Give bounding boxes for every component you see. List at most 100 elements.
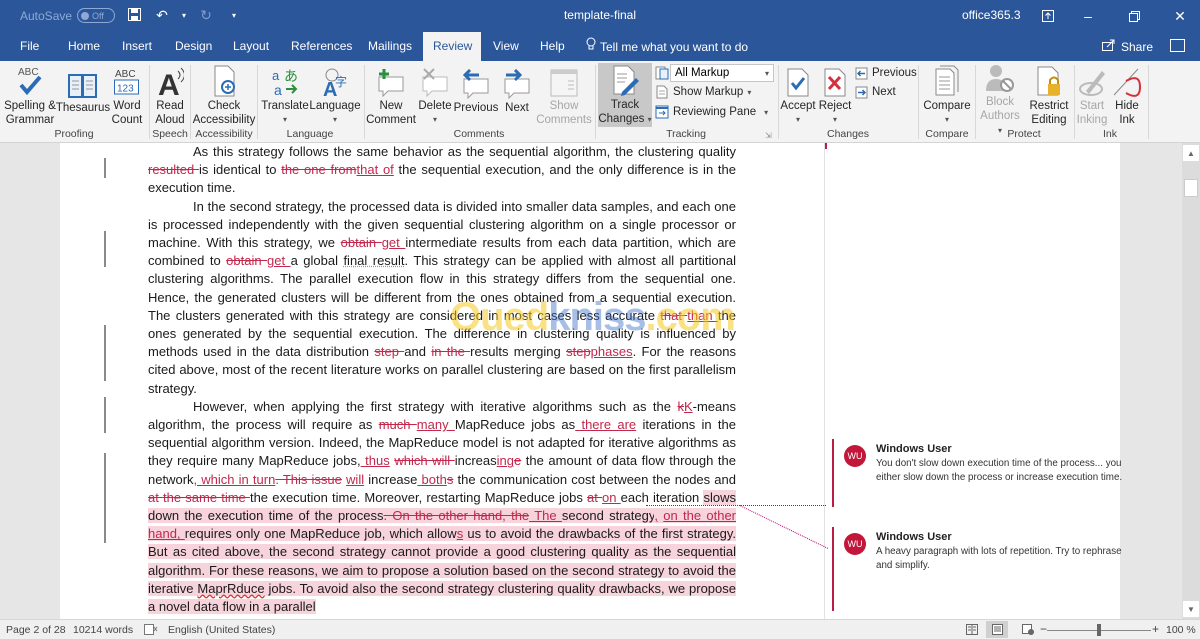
group-label-proofing: Proofing — [54, 128, 94, 140]
delete-comment-icon — [420, 63, 450, 97]
track-changes-button[interactable]: Track Changes ▾ — [598, 63, 652, 127]
word-count-button[interactable]: ABC 123 Word Count — [110, 63, 144, 127]
save-icon[interactable] — [125, 7, 143, 24]
print-layout-icon[interactable] — [986, 621, 1008, 638]
block-authors-button[interactable]: Block Authors ▾ — [978, 63, 1022, 135]
markup-display-dropdown[interactable]: All Markup ▾ — [670, 64, 774, 82]
next-label: Next — [505, 102, 529, 114]
read-aloud-label-2: Aloud — [155, 114, 185, 126]
start-inking-button[interactable]: Start Inking — [1076, 63, 1108, 127]
word-count[interactable]: 10214 words — [73, 624, 133, 636]
grammar-flag: final result — [343, 253, 405, 269]
minimize-icon[interactable]: – — [1065, 0, 1111, 32]
zoom-level[interactable]: 100 % — [1166, 624, 1196, 636]
undo-icon[interactable]: ↶ — [153, 7, 171, 24]
translate-button[interactable]: aあa Translate ▾ — [261, 63, 309, 127]
hide-ink-icon — [1112, 63, 1142, 97]
deleted-text: obtain — [226, 253, 268, 269]
tab-references[interactable]: References — [281, 32, 362, 61]
previous-change-button[interactable]: Previous — [855, 64, 917, 82]
spelling-label-2: Grammar — [5, 114, 55, 126]
share-button[interactable]: Share — [1102, 32, 1153, 61]
tab-design[interactable]: Design — [165, 32, 222, 61]
ribbon: ABC Spelling & Grammar Thesaurus ABC 123 … — [0, 61, 1200, 200]
previous-comment-button[interactable]: Previous — [454, 63, 498, 127]
comment-bar — [832, 439, 834, 507]
book-icon — [68, 63, 98, 99]
tab-help[interactable]: Help — [530, 32, 575, 61]
customize-qat-icon[interactable]: ▾ — [225, 11, 243, 20]
inserted-text: both — [417, 471, 447, 487]
autosave-toggle[interactable]: AutoSave Off — [20, 8, 116, 23]
tab-view[interactable]: View — [483, 32, 529, 61]
inserted-text: , which in turn — [193, 471, 276, 487]
zoom-slider-thumb[interactable] — [1097, 624, 1101, 636]
reject-button[interactable]: Reject ▾ — [818, 63, 852, 127]
new-comment-button[interactable]: New Comment — [366, 63, 416, 127]
comment-bar — [832, 527, 834, 611]
read-aloud-button[interactable]: A Read Aloud — [152, 63, 188, 127]
comments-pane-icon[interactable] — [1170, 39, 1185, 52]
comment-leader-line — [739, 505, 829, 549]
inserted-text: there are — [575, 417, 637, 433]
zoom-out-button[interactable]: − — [1040, 622, 1047, 636]
tab-file[interactable]: File — [10, 32, 49, 61]
spelling-grammar-button[interactable]: ABC Spelling & Grammar — [3, 63, 57, 127]
language-indicator[interactable]: English (United States) — [168, 624, 275, 636]
accessibility-label-1: Check — [207, 100, 241, 112]
next-change-button[interactable]: Next — [855, 83, 896, 101]
document-page[interactable]: As this strategy follows the same behavi… — [60, 143, 1122, 619]
page-indicator[interactable]: Page 2 of 28 — [6, 624, 66, 636]
tab-review[interactable]: Review — [423, 32, 481, 61]
restore-icon[interactable] — [1111, 0, 1157, 32]
undo-dropdown-icon[interactable]: ▾ — [181, 11, 187, 20]
vertical-scrollbar[interactable]: ▲ ▼ — [1182, 143, 1200, 619]
comment-card[interactable]: WU Windows User A heavy paragraph with l… — [832, 527, 1122, 611]
delete-comment-button[interactable]: Delete ▾ — [418, 63, 452, 127]
read-mode-icon[interactable] — [966, 624, 978, 638]
hide-ink-button[interactable]: Hide Ink — [1110, 63, 1144, 127]
tab-layout[interactable]: Layout — [223, 32, 279, 61]
language-button[interactable]: A字 Language ▾ — [309, 63, 361, 127]
tab-insert[interactable]: Insert — [112, 32, 162, 61]
compare-button[interactable]: Compare ▾ — [922, 63, 972, 127]
check-accessibility-button[interactable]: Check Accessibility — [193, 63, 255, 127]
zoom-in-button[interactable]: + — [1152, 622, 1159, 636]
tab-home[interactable]: Home — [58, 32, 110, 61]
close-icon[interactable]: ✕ — [1157, 0, 1200, 32]
scroll-up-icon[interactable]: ▲ — [1183, 145, 1199, 161]
start-inking-label-1: Start — [1079, 100, 1105, 112]
next-comment-button[interactable]: Next — [500, 63, 534, 127]
tracking-options-launcher[interactable]: ⇲ — [765, 131, 772, 140]
scroll-down-icon[interactable]: ▼ — [1183, 601, 1199, 617]
show-comments-button[interactable]: Show Comments — [536, 63, 592, 127]
track-changes-label-1: Track — [610, 99, 640, 111]
deleted-text: step — [374, 344, 405, 360]
inserted-text: that of — [356, 162, 394, 178]
reviewing-pane-button[interactable]: Reviewing Pane ▾ — [655, 103, 768, 121]
show-markup-button[interactable]: Show Markup ▾ — [655, 83, 751, 101]
redo-icon[interactable]: ↻ — [197, 7, 215, 24]
scroll-thumb[interactable] — [1184, 179, 1198, 197]
previous-change-label: Previous — [872, 67, 917, 79]
text-run: the execution time. Moreover, restarting… — [249, 489, 588, 505]
deleted-text: at — [587, 489, 603, 505]
accessibility-check-icon — [211, 63, 237, 97]
word-count-label-1: Word — [113, 100, 141, 112]
comment-card[interactable]: WU Windows User You don't slow down exec… — [832, 439, 1122, 507]
deleted-text: that — [660, 307, 688, 323]
accept-button[interactable]: Accept ▾ — [780, 63, 816, 127]
share-icon — [1102, 33, 1116, 61]
tab-mailings[interactable]: Mailings — [358, 32, 422, 61]
restrict-editing-button[interactable]: Restrict Editing — [1026, 63, 1072, 127]
web-layout-icon[interactable] — [1022, 624, 1034, 638]
text-run: and — [404, 344, 432, 360]
tell-me-search[interactable]: Tell me what you want to do — [586, 32, 748, 61]
svg-text:ABC: ABC — [115, 69, 136, 80]
account-name[interactable]: office365.3 — [962, 8, 1021, 22]
autosave-switch[interactable]: Off — [77, 8, 116, 23]
thesaurus-button[interactable]: Thesaurus — [56, 63, 110, 127]
proofing-status-icon[interactable] — [144, 624, 158, 638]
document-body[interactable]: As this strategy follows the same behavi… — [148, 143, 737, 616]
comment-leader-line — [646, 505, 826, 506]
